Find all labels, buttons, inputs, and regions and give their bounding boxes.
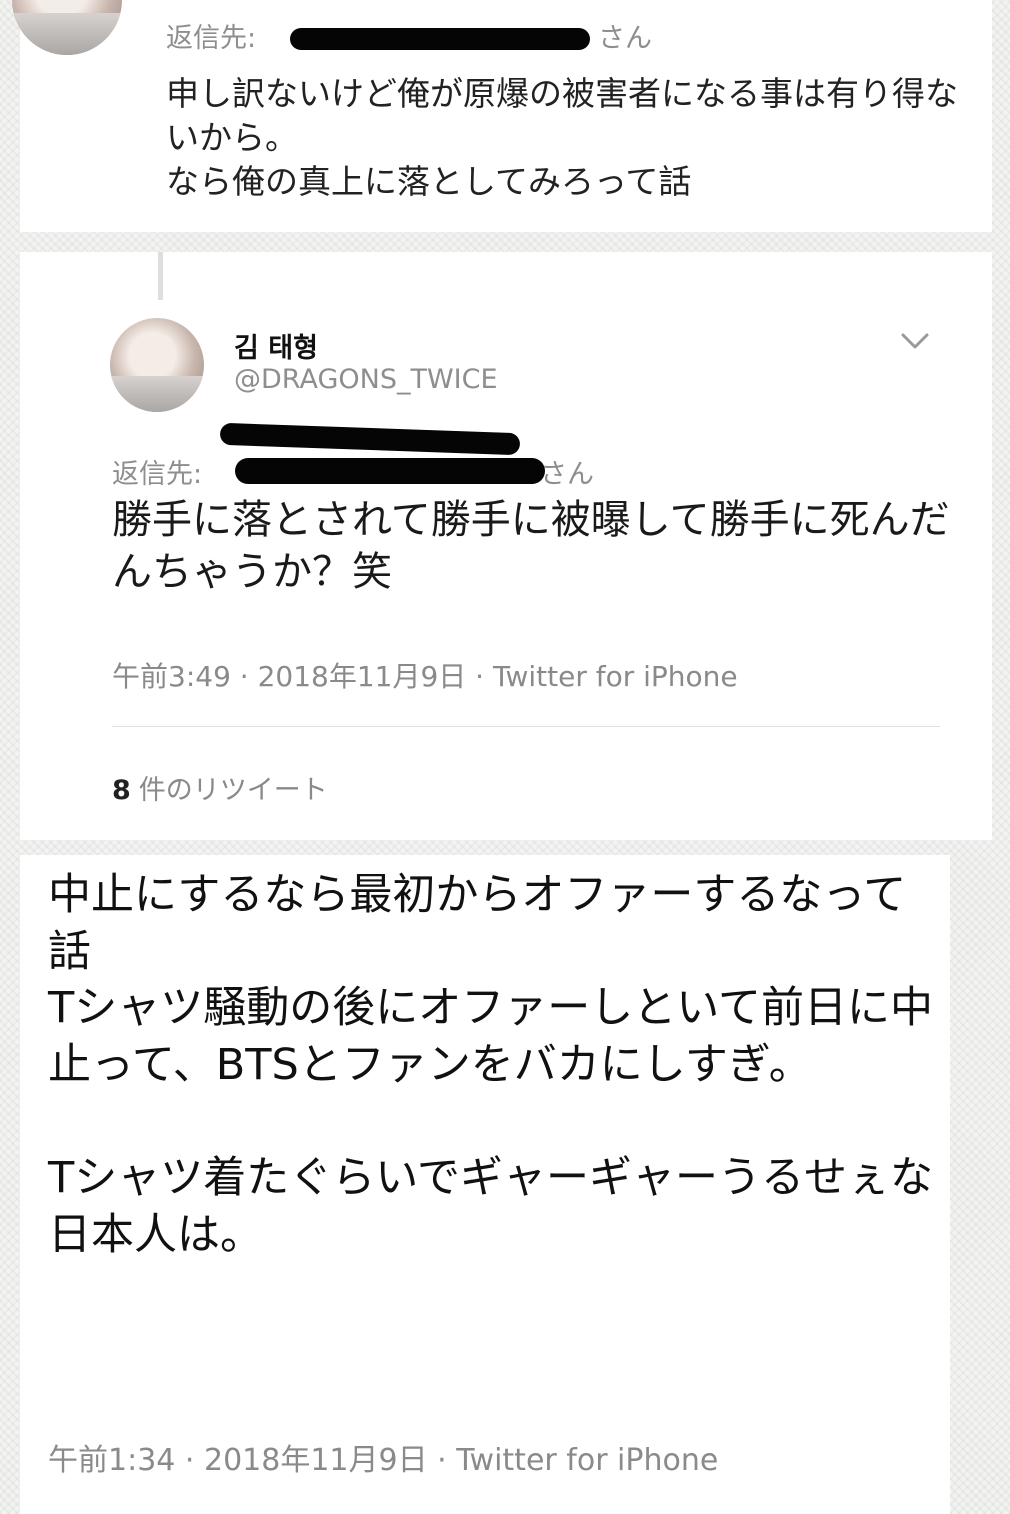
chevron-down-icon[interactable] — [900, 330, 930, 352]
retweet-number: 8 — [112, 775, 131, 806]
user-handle[interactable]: @DRAGONS_TWICE — [234, 364, 498, 395]
display-name[interactable]: 김 태형 — [234, 326, 318, 365]
reply-to-label: 返信先: — [166, 23, 257, 54]
tweet-card-1: 返信先: さん 申し訳ないけど俺が原爆の被害者になる事は有り得ないから。 なら俺… — [12, 0, 992, 232]
thread-connector — [158, 252, 163, 300]
tweet-text: 中止にするなら最初からオファーするなって話 Tシャツ騒動の後にオファーしといて前… — [48, 870, 933, 1261]
tweet-timestamp[interactable]: 午前1:34 · 2018年11月9日 · Twitter for iPhone — [48, 1435, 718, 1479]
redacted-username — [219, 422, 521, 456]
tweet-timestamp[interactable]: 午前3:49 · 2018年11月9日 · Twitter for iPhone — [112, 655, 738, 695]
tweet-card-2: 김 태형 @DRAGONS_TWICE 返信先: さん 勝手に落とされて勝手に被… — [20, 252, 992, 840]
divider — [112, 726, 940, 727]
redacted-username — [235, 458, 545, 484]
retweet-label: 件のリツイート — [138, 775, 328, 806]
tweet-text: 勝手に落とされて勝手に被曝して勝手に死んだんちゃうか？笑 — [112, 497, 950, 595]
retweet-count[interactable]: 8 件のリツイート — [112, 768, 328, 807]
reply-to-label: 返信先: — [112, 459, 203, 490]
redacted-username — [290, 28, 590, 50]
tweet-text: 申し訳ないけど俺が原爆の被害者になる事は有り得ないから。 なら俺の真上に落として… — [166, 74, 958, 202]
reply-suffix: さん — [598, 23, 652, 54]
avatar[interactable] — [110, 318, 204, 412]
avatar[interactable] — [12, 0, 122, 55]
reply-suffix: さん — [540, 459, 594, 490]
tweet-card-3: 中止にするなら最初からオファーするなって話 Tシャツ騒動の後にオファーしといて前… — [20, 855, 950, 1514]
